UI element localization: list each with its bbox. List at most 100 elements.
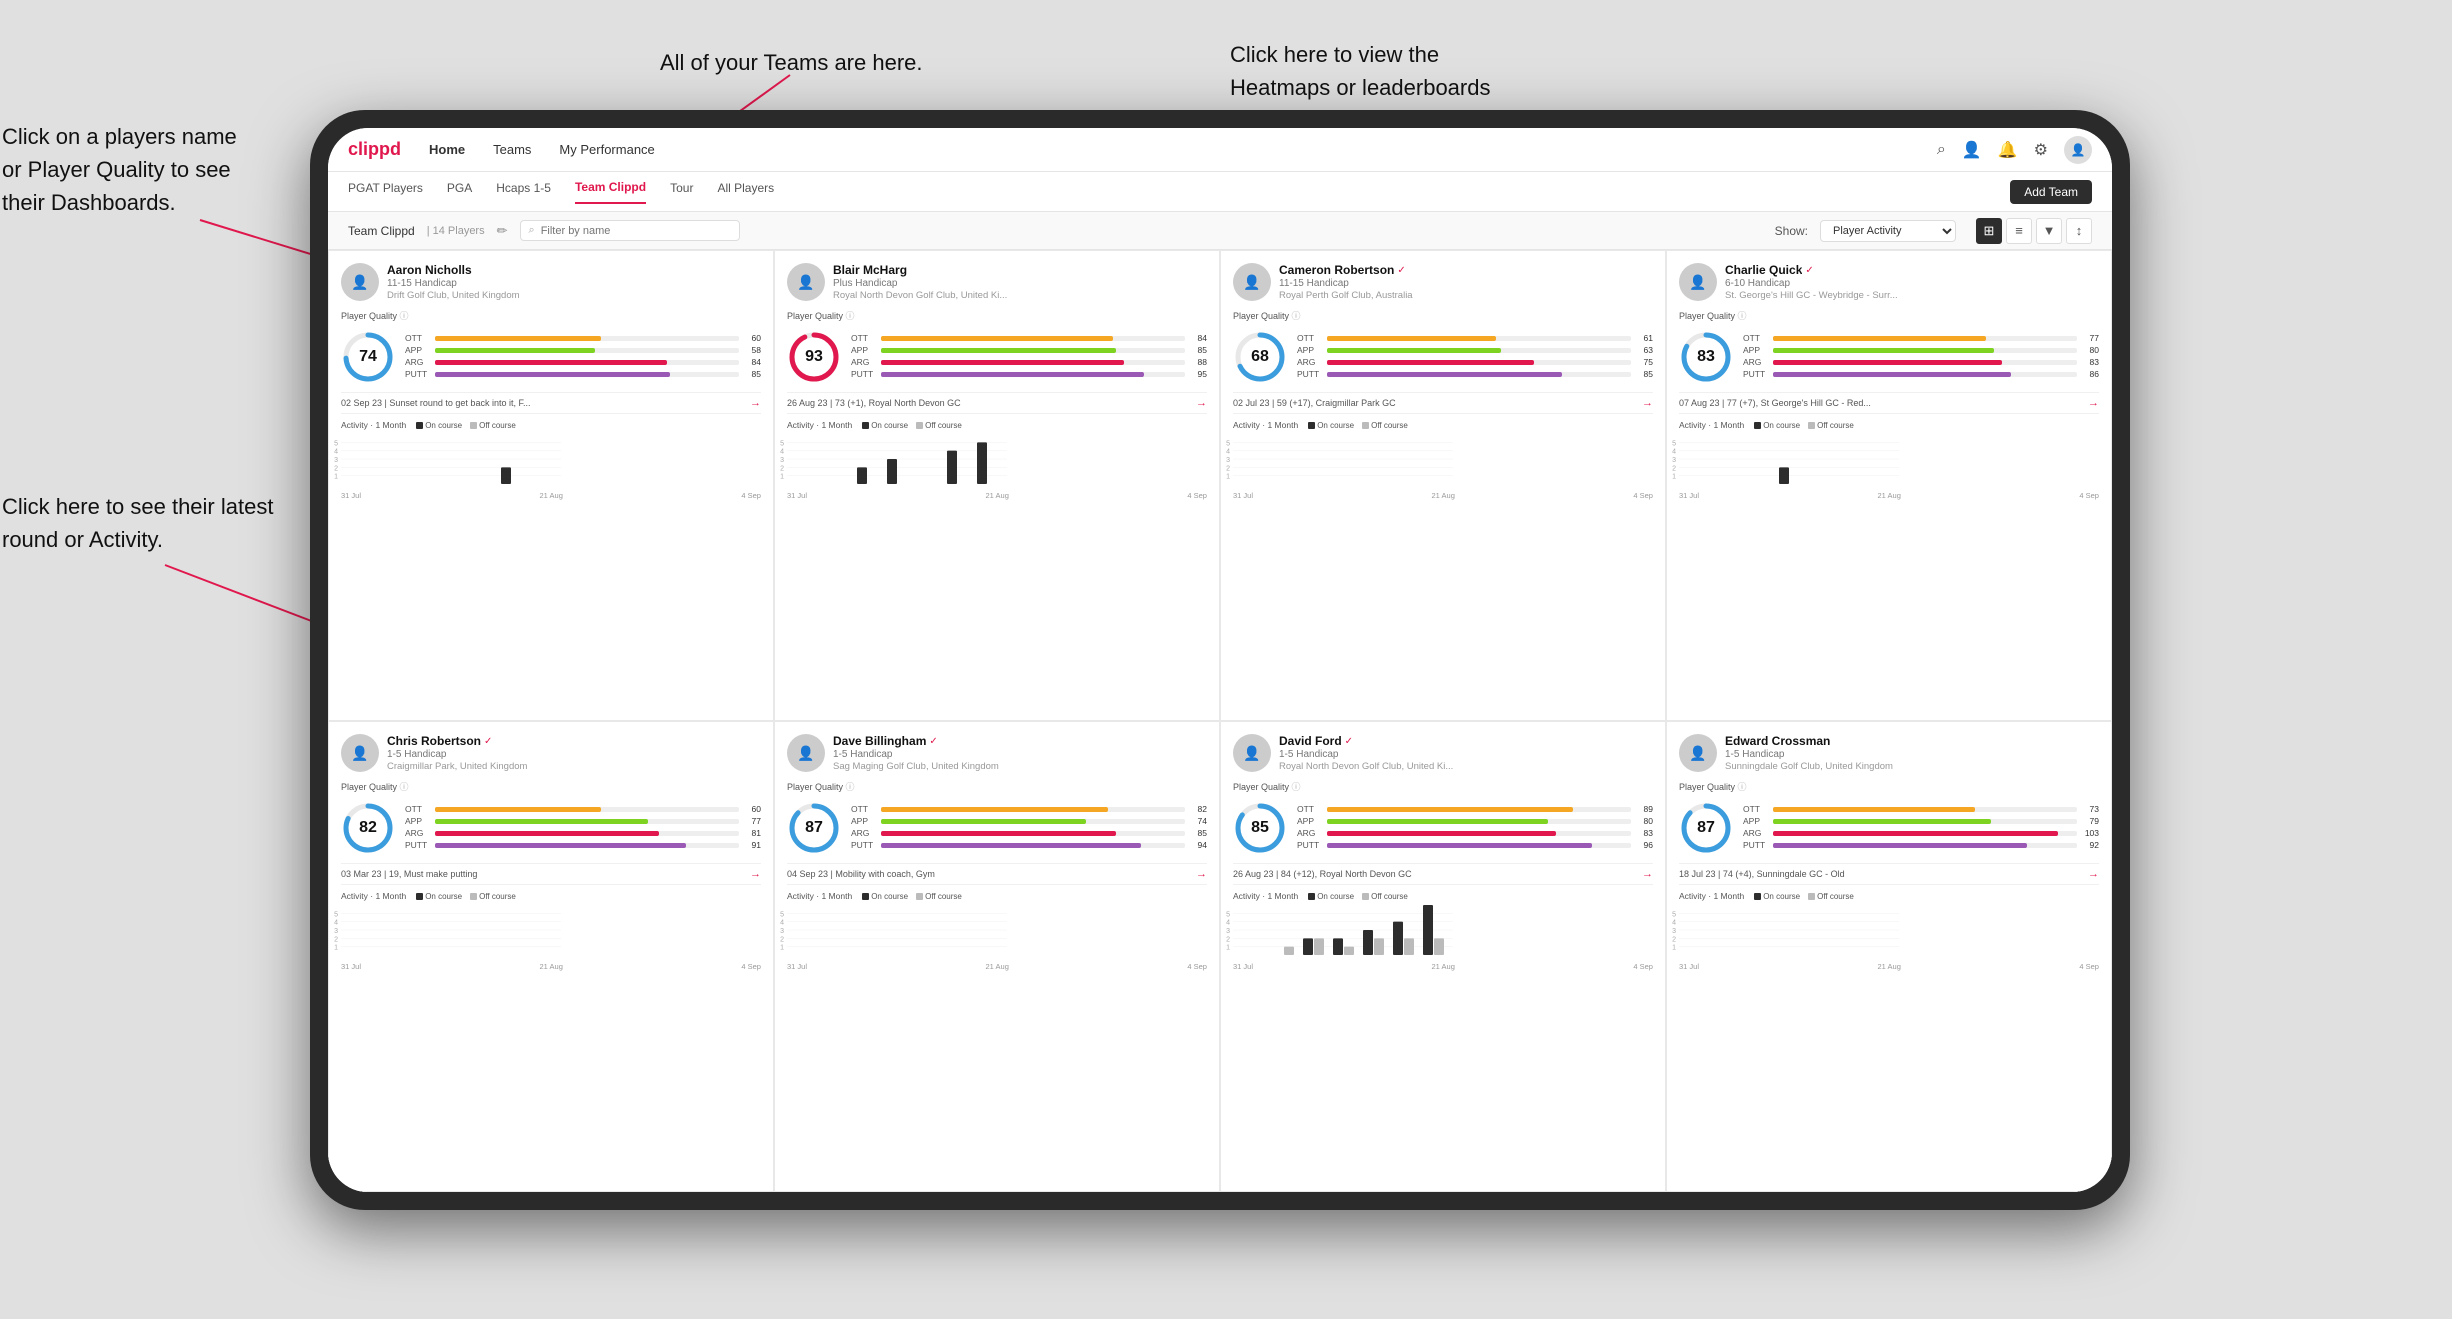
- player-name[interactable]: Aaron Nicholls: [387, 263, 472, 277]
- stats-grid: OTT 73 APP 79 ARG 103 PUTT 92: [1743, 804, 2099, 852]
- player-name[interactable]: Chris Robertson: [387, 734, 481, 748]
- player-header: 👤 David Ford ✓ 1-5 Handicap Royal North …: [1233, 734, 1653, 772]
- svg-text:5: 5: [1226, 440, 1230, 447]
- player-name[interactable]: Cameron Robertson: [1279, 263, 1394, 277]
- activity-arrow: →: [1642, 868, 1653, 880]
- stats-grid: OTT 84 APP 85 ARG 88 PUTT 95: [851, 333, 1207, 381]
- search-box[interactable]: ⌕: [520, 220, 740, 241]
- sort-button[interactable]: ↕: [2066, 218, 2092, 244]
- activity-arrow: →: [1196, 397, 1207, 409]
- legend-off-course: Off course: [1808, 421, 1854, 430]
- stat-label-ott: OTT: [1297, 333, 1323, 343]
- stat-label-ott: OTT: [1297, 804, 1323, 814]
- player-card: 👤 Aaron Nicholls 11-15 Handicap Drift Go…: [328, 250, 774, 721]
- chart-dates: 31 Jul 21 Aug 4 Sep: [1679, 491, 2099, 500]
- player-handicap: 1-5 Handicap: [833, 749, 1207, 760]
- latest-activity[interactable]: 02 Sep 23 | Sunset round to get back int…: [341, 392, 761, 414]
- legend-off-label: Off course: [1371, 892, 1408, 901]
- nav-my-performance[interactable]: My Performance: [559, 142, 654, 157]
- stat-label-arg: ARG: [405, 828, 431, 838]
- legend-off-course: Off course: [1362, 892, 1408, 901]
- latest-activity[interactable]: 07 Aug 23 | 77 (+7), St George's Hill GC…: [1679, 392, 2099, 414]
- stat-value-arg: 83: [2081, 357, 2099, 367]
- chart-label-row: Activity · 1 Month On course Off course: [1679, 420, 2099, 430]
- chart-dates: 31 Jul 21 Aug 4 Sep: [341, 491, 761, 500]
- stat-label-app: APP: [1743, 345, 1769, 355]
- search-input[interactable]: [541, 225, 731, 237]
- legend-dot-on: [862, 422, 869, 429]
- tab-all-players[interactable]: All Players: [717, 181, 774, 203]
- chart-label-row: Activity · 1 Month On course Off course: [1233, 420, 1653, 430]
- stat-label-arg: ARG: [1297, 357, 1323, 367]
- latest-activity[interactable]: 03 Mar 23 | 19, Must make putting →: [341, 863, 761, 885]
- player-name[interactable]: Charlie Quick: [1725, 263, 1802, 277]
- legend-dot-off: [916, 893, 923, 900]
- stat-row-putt: PUTT 86: [1743, 369, 2099, 379]
- stat-row-putt: PUTT 92: [1743, 840, 2099, 850]
- latest-activity[interactable]: 04 Sep 23 | Mobility with coach, Gym →: [787, 863, 1207, 885]
- list-view-button[interactable]: ≡: [2006, 218, 2032, 244]
- latest-activity[interactable]: 18 Jul 23 | 74 (+4), Sunningdale GC - Ol…: [1679, 863, 2099, 885]
- stat-label-arg: ARG: [1743, 357, 1769, 367]
- stat-value-ott: 61: [1635, 333, 1653, 343]
- edit-icon[interactable]: ✏: [497, 223, 508, 239]
- stat-value-putt: 92: [2081, 840, 2099, 850]
- quality-label: Player Quality ⓘ: [787, 309, 1207, 322]
- latest-activity[interactable]: 02 Jul 23 | 59 (+17), Craigmillar Park G…: [1233, 392, 1653, 414]
- player-info: David Ford ✓ 1-5 Handicap Royal North De…: [1279, 734, 1653, 772]
- svg-text:4: 4: [1672, 920, 1676, 927]
- nav-home[interactable]: Home: [429, 142, 465, 157]
- stat-value-app: 79: [2081, 816, 2099, 826]
- stat-row-app: APP 80: [1297, 816, 1653, 826]
- player-name[interactable]: Dave Billingham: [833, 734, 926, 748]
- quality-circle[interactable]: 68: [1233, 330, 1287, 384]
- chart-dates: 31 Jul 21 Aug 4 Sep: [1233, 962, 1653, 971]
- quality-circle[interactable]: 83: [1679, 330, 1733, 384]
- notification-button[interactable]: 🔔: [1998, 140, 2018, 160]
- latest-activity[interactable]: 26 Aug 23 | 73 (+1), Royal North Devon G…: [787, 392, 1207, 414]
- filter-button[interactable]: ▼: [2036, 218, 2062, 244]
- search-button[interactable]: ⌕: [1937, 141, 1946, 159]
- settings-button[interactable]: ⚙: [2034, 140, 2048, 160]
- profile-button[interactable]: 👤: [1962, 140, 1982, 160]
- stat-label-putt: PUTT: [1297, 369, 1323, 379]
- grid-view-button[interactable]: ⊞: [1976, 218, 2002, 244]
- tab-hcaps[interactable]: Hcaps 1-5: [496, 181, 551, 203]
- verified-icon: ✓: [929, 736, 937, 747]
- player-info: Charlie Quick ✓ 6-10 Handicap St. George…: [1725, 263, 2099, 301]
- quality-circle[interactable]: 85: [1233, 801, 1287, 855]
- player-avatar: 👤: [341, 263, 379, 301]
- stat-label-arg: ARG: [405, 357, 431, 367]
- latest-activity[interactable]: 26 Aug 23 | 84 (+12), Royal North Devon …: [1233, 863, 1653, 885]
- tab-pga[interactable]: PGA: [447, 181, 472, 203]
- stat-value-app: 80: [2081, 345, 2099, 355]
- tab-tour[interactable]: Tour: [670, 181, 693, 203]
- svg-text:3: 3: [780, 928, 784, 935]
- stat-row-putt: PUTT 85: [405, 369, 761, 379]
- tab-pgat[interactable]: PGAT Players: [348, 181, 423, 203]
- svg-text:4: 4: [334, 920, 338, 927]
- player-header: 👤 Chris Robertson ✓ 1-5 Handicap Craigmi…: [341, 734, 761, 772]
- player-name[interactable]: David Ford: [1279, 734, 1342, 748]
- quality-circle[interactable]: 87: [1679, 801, 1733, 855]
- stat-label-app: APP: [1743, 816, 1769, 826]
- player-name[interactable]: Blair McHarg: [833, 263, 907, 277]
- legend-dot-on: [1308, 422, 1315, 429]
- player-name[interactable]: Edward Crossman: [1725, 734, 1830, 748]
- nav-icons: ⌕ 👤 🔔 ⚙ 👤: [1937, 136, 2092, 164]
- quality-circle[interactable]: 74: [341, 330, 395, 384]
- quality-circle[interactable]: 93: [787, 330, 841, 384]
- quality-circle[interactable]: 82: [341, 801, 395, 855]
- chart-section: Activity · 1 Month On course Off course …: [341, 420, 761, 500]
- quality-circle[interactable]: 87: [787, 801, 841, 855]
- stat-value-arg: 103: [2081, 828, 2099, 838]
- quality-label: Player Quality ⓘ: [787, 780, 1207, 793]
- legend-on-course: On course: [1754, 892, 1800, 901]
- legend-off-label: Off course: [1817, 892, 1854, 901]
- svg-text:5: 5: [1672, 911, 1676, 918]
- avatar[interactable]: 👤: [2064, 136, 2092, 164]
- tab-team-clippd[interactable]: Team Clippd: [575, 180, 646, 204]
- add-team-button[interactable]: Add Team: [2010, 180, 2092, 204]
- show-select[interactable]: Player Activity Quality Score Trend: [1820, 220, 1956, 242]
- nav-teams[interactable]: Teams: [493, 142, 531, 157]
